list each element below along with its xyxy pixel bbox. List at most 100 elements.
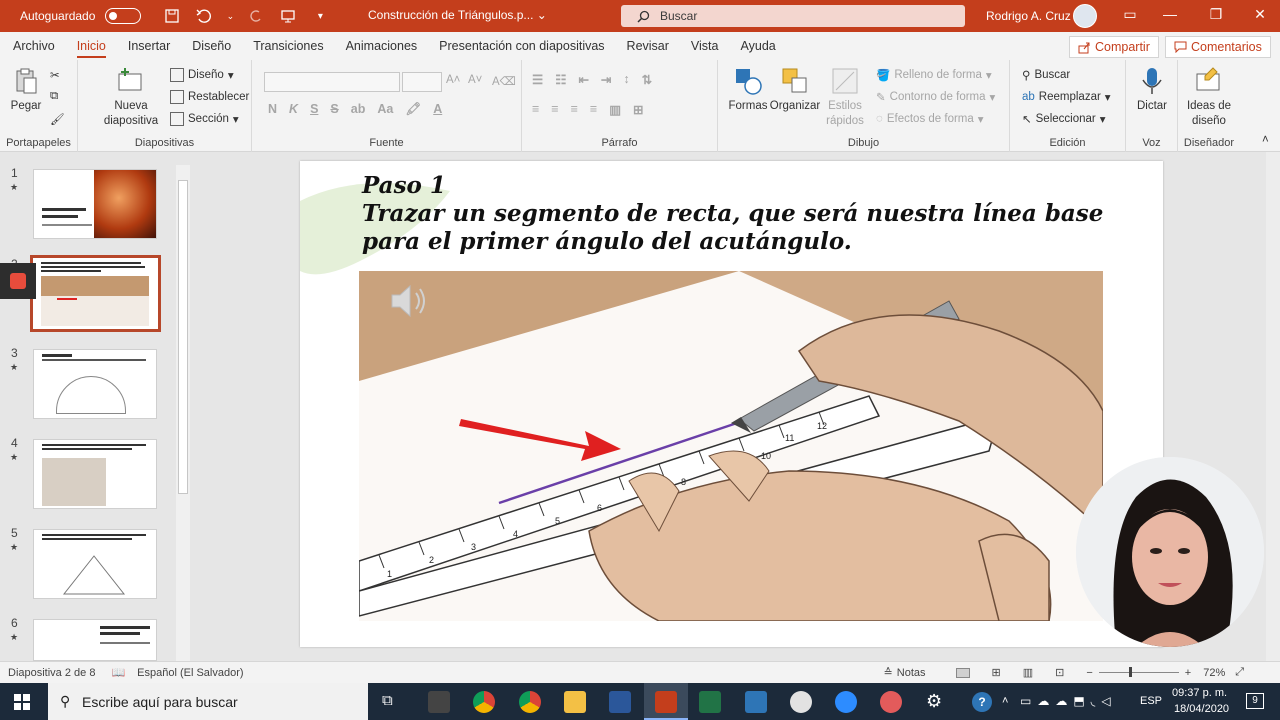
shape-effects-button[interactable]: ◌ Efectos de forma ▾ <box>876 112 984 126</box>
avatar[interactable] <box>1073 4 1097 28</box>
powerpoint-active-task[interactable] <box>644 683 688 720</box>
reading-view-icon[interactable]: ▥ <box>1023 666 1033 679</box>
notes-button[interactable]: ≙ Notas <box>884 666 926 680</box>
tab-archivo[interactable]: Archivo <box>2 32 66 60</box>
clear-format-icon[interactable]: A⌫ <box>492 74 516 88</box>
app-icon-swirl[interactable] <box>880 691 902 713</box>
word-icon[interactable] <box>609 691 631 713</box>
dictate-button[interactable]: Dictar <box>1132 66 1172 114</box>
zoom-out-button[interactable]: − <box>1086 667 1092 679</box>
tab-animaciones[interactable]: Animaciones <box>335 32 429 60</box>
zoom-level[interactable]: 72% <box>1203 667 1225 679</box>
save-icon[interactable] <box>161 5 183 27</box>
line-spacing-icon[interactable]: ↕ <box>623 72 629 87</box>
slide-thumbnail-2[interactable] <box>30 255 161 332</box>
clock-time[interactable]: 09:37 p. m. <box>1172 687 1227 699</box>
bold-icon[interactable]: N <box>268 102 277 117</box>
tray-icons[interactable]: ▭☁☁⬒◟◁ <box>1020 694 1117 708</box>
shrink-font-icon[interactable]: A˅ <box>468 74 482 86</box>
bullets-icon[interactable]: ☰ <box>532 72 543 87</box>
app-icon-store[interactable] <box>428 691 450 713</box>
settings-icon[interactable]: ⚙ <box>926 691 942 712</box>
reset-button[interactable]: Restablecer <box>170 90 249 104</box>
tab-transiciones[interactable]: Transiciones <box>242 32 334 60</box>
search-box[interactable]: Buscar <box>621 5 965 27</box>
chrome-profile-icon[interactable] <box>519 691 541 713</box>
zoom-slider[interactable] <box>1098 667 1179 677</box>
align-center-icon[interactable]: ≡ <box>551 102 558 117</box>
numbering-icon[interactable]: ☷ <box>555 72 566 87</box>
paste-button[interactable]: Pegar <box>6 66 46 114</box>
language-status[interactable]: Español (El Salvador) <box>137 667 243 679</box>
windows-start-icon[interactable] <box>14 694 30 710</box>
comments-button[interactable]: Comentarios <box>1165 36 1271 58</box>
slide-thumbnail-3[interactable] <box>33 349 157 419</box>
record-stop-button[interactable] <box>0 263 36 299</box>
normal-view-icon[interactable] <box>955 667 970 678</box>
slide-thumbnail-4[interactable] <box>33 439 157 509</box>
user-name[interactable]: Rodrigo A. Cruz <box>986 9 1071 23</box>
layout-button[interactable]: Diseño ▾ <box>170 68 234 82</box>
chevron-down-icon[interactable]: ⌄ <box>225 5 235 27</box>
tab-ayuda[interactable]: Ayuda <box>730 32 787 60</box>
present-icon[interactable] <box>277 5 299 27</box>
slide-thumbnail-1[interactable] <box>33 169 157 239</box>
tray-chevron-icon[interactable]: ˄ <box>1002 695 1008 707</box>
minimize-icon[interactable]: — <box>1160 6 1180 22</box>
tab-inicio[interactable]: Inicio <box>66 32 117 60</box>
design-ideas-button[interactable]: Ideas de diseño <box>1184 66 1234 129</box>
slide-canvas[interactable]: Paso 1 Trazar un segmento de recta, que … <box>300 161 1163 647</box>
tab-diseno[interactable]: Diseño <box>181 32 242 60</box>
autosave-toggle[interactable] <box>105 8 142 24</box>
align-left-icon[interactable]: ≡ <box>532 102 539 117</box>
notification-icon[interactable]: 9 <box>1246 693 1264 709</box>
excel-icon[interactable] <box>699 691 721 713</box>
columns-icon[interactable]: ▥ <box>609 102 621 117</box>
shape-fill-button[interactable]: 🪣 Relleno de forma ▾ <box>876 68 992 82</box>
calendar-icon[interactable] <box>745 691 767 713</box>
clock-date[interactable]: 18/04/2020 <box>1174 703 1229 715</box>
slide-thumbnail-5[interactable] <box>33 529 157 599</box>
slide-thumbnail-6[interactable] <box>33 619 157 661</box>
strikethrough-icon[interactable]: S <box>330 102 338 117</box>
increase-indent-icon[interactable]: ⇥ <box>601 72 611 87</box>
ribbon-display-options-icon[interactable]: ▭ <box>1120 6 1140 23</box>
speaker-icon[interactable] <box>388 281 432 321</box>
new-slide-button[interactable]: Nueva diapositiva <box>96 66 166 129</box>
font-size-combo[interactable] <box>402 72 442 92</box>
zoom-in-button[interactable]: + <box>1185 667 1191 679</box>
slide-title[interactable]: Paso 1 Trazar un segmento de recta, que … <box>362 172 1103 256</box>
document-title[interactable]: Construcción de Triángulos.p... ⌄ <box>368 8 547 22</box>
help-icon[interactable]: ? <box>972 692 992 712</box>
zoom-app-icon[interactable] <box>835 691 857 713</box>
file-explorer-icon[interactable] <box>564 691 586 713</box>
fit-slide-icon[interactable]: ⤢ <box>1235 666 1244 679</box>
shapes-button[interactable]: Formas <box>726 66 770 114</box>
tab-insertar[interactable]: Insertar <box>117 32 181 60</box>
text-direction-icon[interactable]: ⇅ <box>642 72 652 87</box>
quick-styles-button[interactable]: Estilos rápidos <box>820 66 870 129</box>
char-spacing-icon[interactable]: ab <box>351 102 366 117</box>
slide-scrollbar[interactable] <box>1266 152 1280 661</box>
chrome-icon[interactable] <box>473 691 495 713</box>
replace-button[interactable]: ab Reemplazar ▾ <box>1022 90 1111 104</box>
tab-vista[interactable]: Vista <box>680 32 730 60</box>
font-family-combo[interactable] <box>264 72 400 92</box>
italic-icon[interactable]: K <box>289 102 298 117</box>
section-button[interactable]: Sección ▾ <box>170 112 239 126</box>
close-icon[interactable]: ✕ <box>1250 6 1270 23</box>
justify-icon[interactable]: ≡ <box>590 102 597 117</box>
undo-icon[interactable] <box>193 5 215 27</box>
share-button[interactable]: Compartir <box>1069 36 1159 58</box>
grow-font-icon[interactable]: A˄ <box>446 74 460 86</box>
arrange-button[interactable]: Organizar <box>770 66 820 114</box>
language-indicator[interactable]: ESP <box>1140 695 1162 707</box>
highlight-icon[interactable]: 🖍 <box>405 102 421 117</box>
underline-icon[interactable]: S <box>310 102 318 117</box>
collapse-ribbon-icon[interactable]: ˄ <box>1262 134 1269 146</box>
slide-sorter-icon[interactable]: ⊞ <box>992 666 1001 679</box>
align-right-icon[interactable]: ≡ <box>571 102 578 117</box>
shape-outline-button[interactable]: ✎ Contorno de forma ▾ <box>876 90 995 104</box>
align-text-icon[interactable]: ⊞ <box>633 102 643 117</box>
ruler-drawing-illustration[interactable]: 1 2 3 4 5 6 7 8 9 10 11 12 <box>359 271 1103 621</box>
